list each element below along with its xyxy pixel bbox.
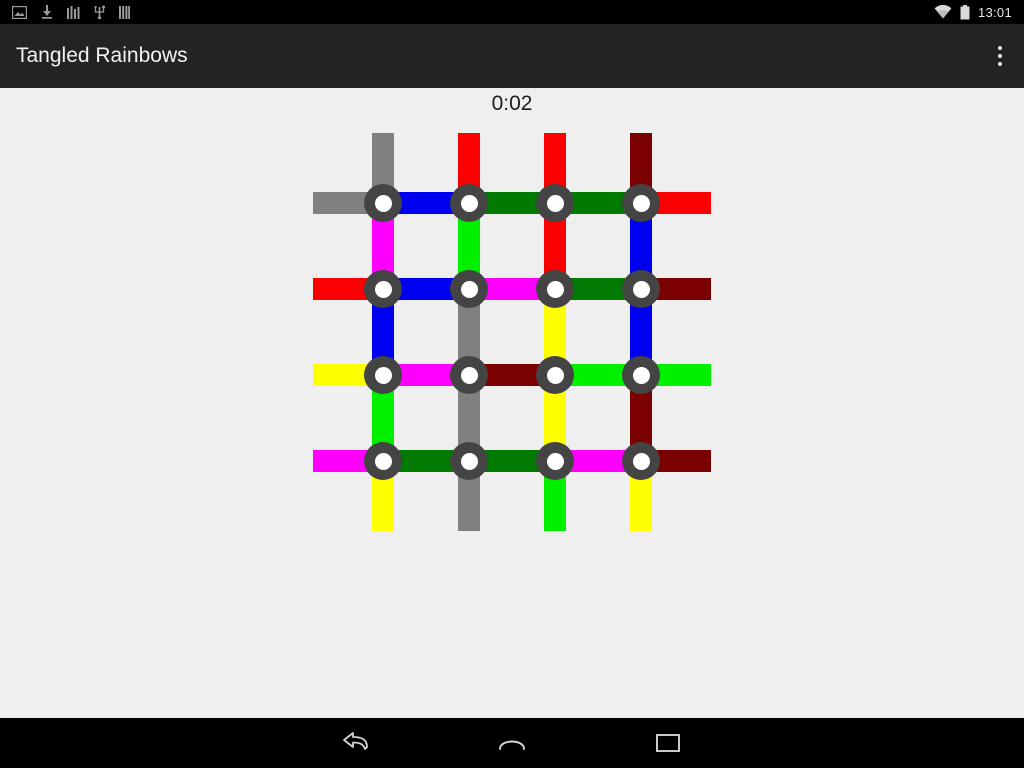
status-bar-system-icons: 13:01 [934, 4, 1024, 20]
overflow-dot [998, 62, 1002, 66]
puzzle-node-core [460, 194, 478, 212]
app-title: Tangled Rainbows [16, 44, 188, 67]
puzzle-node-1-0[interactable] [364, 270, 402, 308]
puzzle-node-3-0[interactable] [364, 442, 402, 480]
puzzle-node-0-3[interactable] [622, 184, 660, 222]
puzzle-node-core [374, 280, 392, 298]
action-bar: Tangled Rainbows [0, 24, 1024, 88]
puzzle-node-2-0[interactable] [364, 356, 402, 394]
recents-button[interactable] [645, 723, 691, 763]
puzzle-node-0-0[interactable] [364, 184, 402, 222]
status-bar-clock: 13:01 [977, 4, 1012, 20]
download-icon [42, 5, 52, 19]
puzzle-node-core [460, 452, 478, 470]
recents-icon [656, 734, 680, 752]
puzzle-node-0-1[interactable] [450, 184, 488, 222]
wifi-icon [934, 5, 952, 19]
puzzle-node-core [374, 452, 392, 470]
puzzle-node-2-1[interactable] [450, 356, 488, 394]
back-icon [343, 732, 368, 750]
home-button[interactable] [489, 723, 535, 763]
puzzle-node-3-1[interactable] [450, 442, 488, 480]
screenshot-icon [12, 5, 27, 19]
puzzle-node-core [460, 280, 478, 298]
status-bar-notification-icons [0, 5, 130, 19]
puzzle-node-3-3[interactable] [622, 442, 660, 480]
game-timer: 0:02 [491, 92, 533, 115]
system-navigation-bar [0, 718, 1024, 768]
home-icon [499, 740, 525, 750]
back-button[interactable] [333, 723, 379, 763]
puzzle-board[interactable] [300, 118, 724, 538]
puzzle-node-1-3[interactable] [622, 270, 660, 308]
puzzle-node-core [632, 194, 650, 212]
usb-icon [94, 5, 105, 19]
puzzle-node-1-2[interactable] [536, 270, 574, 308]
puzzle-node-3-2[interactable] [536, 442, 574, 480]
puzzle-node-core [632, 452, 650, 470]
puzzle-node-core [632, 366, 650, 384]
equalizer-icon [67, 5, 80, 19]
puzzle-node-0-2[interactable] [536, 184, 574, 222]
puzzle-node-core [374, 194, 392, 212]
puzzle-node-core [546, 280, 564, 298]
puzzle-node-core [546, 366, 564, 384]
overflow-dot [998, 54, 1002, 58]
puzzle-node-core [546, 452, 564, 470]
puzzle-node-core [374, 366, 392, 384]
puzzle-node-core [546, 194, 564, 212]
puzzle-node-2-3[interactable] [622, 356, 660, 394]
battery-icon [960, 4, 970, 19]
puzzle-node-core [632, 280, 650, 298]
puzzle-node-1-1[interactable] [450, 270, 488, 308]
puzzle-node-core [460, 366, 478, 384]
overflow-menu-button[interactable] [976, 24, 1024, 88]
status-bar: 13:01 [0, 0, 1024, 24]
game-content-area: 0:02 [0, 88, 1024, 718]
bars-icon [119, 5, 130, 19]
puzzle-node-2-2[interactable] [536, 356, 574, 394]
overflow-dot [998, 46, 1002, 50]
